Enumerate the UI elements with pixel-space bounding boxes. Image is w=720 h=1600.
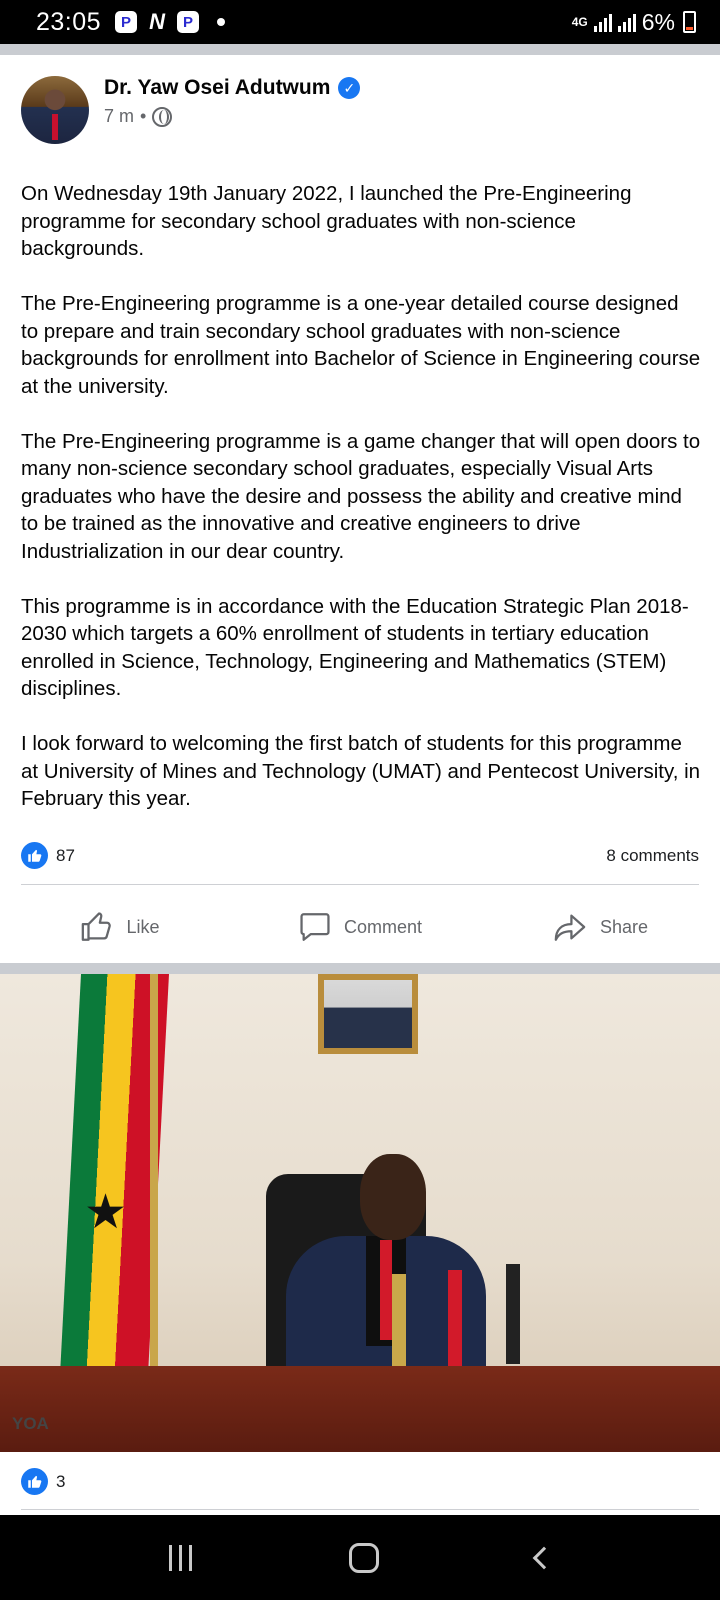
- post-paragraph: The Pre-Engineering programme is a one-y…: [21, 292, 701, 398]
- microphone-icon: [448, 1270, 462, 1378]
- battery-icon: [683, 11, 696, 33]
- network-type: 4G: [571, 14, 588, 29]
- desk: [0, 1366, 720, 1452]
- like-button-label: Like: [126, 916, 160, 937]
- photo-like-count[interactable]: 3: [56, 1472, 65, 1492]
- comment-button-label: Comment: [343, 916, 423, 937]
- more-notifications-dot: [217, 18, 226, 26]
- verified-badge-icon: ✓: [338, 77, 361, 99]
- share-button-label: Share: [599, 916, 649, 937]
- post-paragraph: The Pre-Engineering programme is a game …: [21, 429, 701, 563]
- feed-divider: [0, 963, 720, 974]
- wall-portrait: [318, 974, 418, 1054]
- photo-reaction-summary[interactable]: 3: [21, 1468, 65, 1495]
- post-paragraph: On Wednesday 19th January 2022, I launch…: [21, 182, 632, 260]
- photo-reactions-divider: [21, 1509, 699, 1510]
- author-name-text[interactable]: Dr. Yaw Osei Adutwum: [104, 76, 330, 100]
- thumbs-up-icon: [82, 912, 112, 941]
- status-time: 23:05: [36, 7, 102, 36]
- signal-icon: [617, 12, 636, 32]
- like-reaction-icon: [21, 842, 48, 869]
- post-body: On Wednesday 19th January 2022, I launch…: [21, 180, 701, 840]
- system-nav-bar: [0, 1515, 720, 1600]
- person-tie: [380, 1240, 392, 1340]
- p-app-icon: P: [115, 11, 138, 33]
- comment-button[interactable]: Comment: [240, 890, 480, 964]
- share-button[interactable]: Share: [480, 890, 720, 964]
- like-reaction-icon: [21, 1468, 48, 1495]
- reaction-summary[interactable]: 87 8 comments: [21, 842, 699, 869]
- comment-icon: [300, 913, 330, 941]
- reactions-divider: [21, 884, 699, 885]
- person-head: [360, 1154, 426, 1240]
- like-count[interactable]: 87: [56, 846, 75, 866]
- meta-separator: •: [140, 106, 147, 126]
- status-bar: 23:05 P N P 4G 6%: [0, 0, 720, 44]
- status-right: 4G 6%: [572, 9, 696, 36]
- photo-watermark: YOA: [12, 1414, 49, 1433]
- comment-count[interactable]: 8 comments: [606, 846, 699, 866]
- notification-icons: P N P: [115, 9, 226, 34]
- globe-icon: [152, 106, 173, 127]
- flag-star-icon: ★: [84, 1186, 128, 1239]
- battery-percent: 6%: [641, 8, 675, 35]
- post-paragraph: This programme is in accordance with the…: [21, 594, 689, 701]
- signal-icon: [593, 12, 612, 32]
- post-time[interactable]: 7 m: [104, 106, 134, 127]
- p-app-icon: P: [177, 11, 200, 33]
- action-bar: Like Comment Share: [0, 890, 720, 964]
- n-app-icon: N: [149, 9, 165, 34]
- back-icon[interactable]: [532, 1546, 555, 1569]
- avatar[interactable]: [21, 76, 89, 144]
- share-icon: [554, 914, 586, 941]
- microphone-icon: [506, 1264, 520, 1364]
- post-paragraph: I look forward to welcoming the first ba…: [21, 732, 701, 810]
- post-meta: 7 m •: [104, 106, 173, 127]
- home-icon[interactable]: [348, 1542, 379, 1573]
- author-name[interactable]: Dr. Yaw Osei Adutwum ✓: [104, 76, 361, 100]
- recent-apps-icon[interactable]: [168, 1544, 192, 1571]
- feed-divider: [0, 44, 720, 55]
- post-photo[interactable]: ★ YOA: [0, 974, 720, 1452]
- like-button[interactable]: Like: [0, 890, 240, 964]
